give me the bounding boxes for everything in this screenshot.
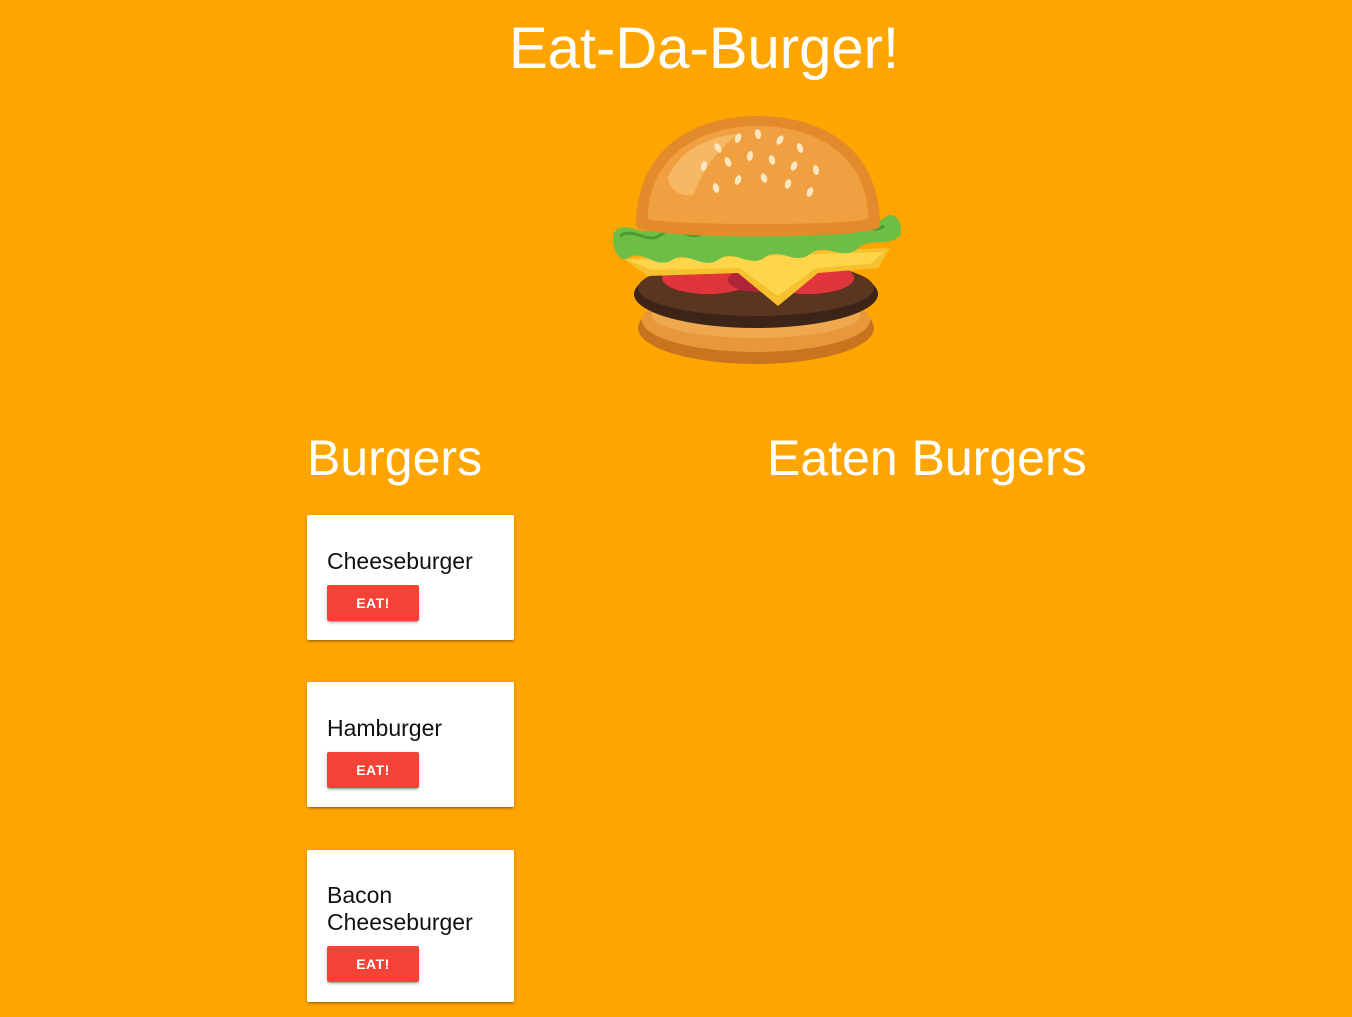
burger-name: Bacon Cheeseburger bbox=[327, 882, 473, 935]
burger-name: Cheeseburger bbox=[327, 548, 473, 574]
burger-card: Hamburger EAT! bbox=[307, 682, 514, 807]
eat-button[interactable]: EAT! bbox=[327, 946, 419, 982]
eaten-burgers-heading: Eaten Burgers bbox=[767, 430, 1087, 486]
page-title: Eat-Da-Burger! bbox=[508, 16, 900, 81]
burger-card: Bacon Cheeseburger EAT! bbox=[307, 850, 514, 1002]
burgers-heading: Burgers bbox=[307, 430, 483, 486]
eat-button[interactable]: EAT! bbox=[327, 752, 419, 788]
burger-image bbox=[612, 116, 902, 364]
burger-card: Cheeseburger EAT! bbox=[307, 515, 514, 640]
burger-name: Hamburger bbox=[327, 715, 443, 741]
eat-button[interactable]: EAT! bbox=[327, 585, 419, 621]
